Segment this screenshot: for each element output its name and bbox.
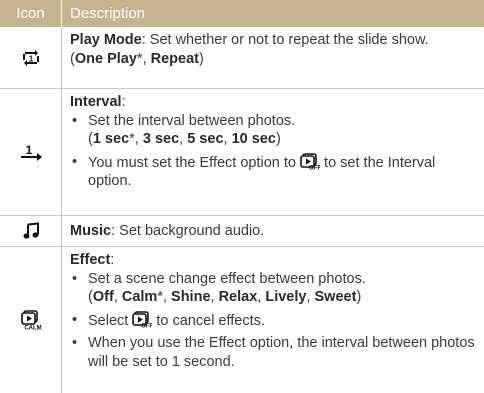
list-item: • Select OFF to cancel effects.: [70, 310, 480, 331]
icon-cell: 1: [0, 89, 61, 215]
table-row-interval: 1 Interval: • Set the interval between p…: [0, 89, 484, 215]
row-text: : Set whether or not to repeat the slide…: [141, 32, 429, 48]
bullet-text: You must set the Effect option to: [88, 154, 296, 171]
title-colon: :: [110, 252, 115, 268]
paren-close: ): [275, 131, 281, 147]
option-3-sec: 3 sec: [142, 131, 180, 147]
list-item: • Set a scene change effect between phot…: [70, 270, 480, 307]
row-title: Interval: [70, 94, 122, 110]
separator: ,: [142, 50, 151, 67]
effect-calm-icon: CALM: [20, 310, 41, 331]
option-1-sec: 1 sec: [92, 131, 130, 147]
separator: ,: [210, 289, 219, 305]
separator: ,: [113, 289, 122, 305]
row-title: Effect: [70, 252, 111, 268]
option-relax: Relax: [218, 289, 258, 305]
header-description-label: Description: [70, 5, 146, 22]
row-title: Play Mode: [70, 32, 142, 48]
option-shine: Shine: [171, 289, 211, 305]
column-divider: [61, 247, 62, 393]
option-10-sec: 10 sec: [231, 131, 276, 147]
header-icon-label: Icon: [16, 5, 45, 22]
bullet-text: Set a scene change effect between photos…: [88, 270, 366, 287]
icon-cell: [0, 216, 61, 246]
list-item: • When you use the Effect option, the in…: [70, 334, 480, 371]
column-divider: [61, 27, 62, 88]
separator: ,: [134, 131, 143, 147]
svg-text:1: 1: [25, 143, 32, 157]
option-sweet: Sweet: [314, 289, 357, 305]
option-off: Off: [92, 289, 114, 305]
separator: ,: [223, 131, 232, 147]
list-item: • Set the interval between photos. (1 se…: [70, 112, 480, 149]
svg-text:OFF: OFF: [141, 323, 152, 328]
paren-close: ): [198, 50, 204, 67]
column-divider: [61, 89, 62, 215]
effect-off-icon: OFF: [132, 310, 152, 328]
option-lively: Lively: [265, 289, 307, 305]
option-repeat: Repeat: [150, 50, 199, 67]
music-note-icon: [23, 222, 39, 239]
row-description: Music: Set background audio.: [70, 222, 480, 241]
icon-cell: CALM: [0, 247, 61, 393]
bullet: •: [72, 311, 78, 328]
separator: ,: [179, 131, 188, 147]
row-title: Music: [70, 223, 112, 239]
svg-text:CALM: CALM: [24, 326, 41, 331]
row-description: Effect: • Set a scene change effect betw…: [70, 251, 480, 371]
row-description: Interval: • Set the interval between pho…: [70, 93, 480, 191]
bullet: •: [72, 153, 78, 170]
table-row-effect: CALM Effect: • Set a scene change effect…: [0, 247, 484, 393]
option-calm: Calm: [121, 289, 158, 305]
effect-off-icon: OFF: [300, 152, 320, 170]
table-row-music: Music: Set background audio.: [0, 216, 484, 246]
paren-close: ): [356, 289, 362, 305]
bullet: •: [72, 112, 78, 129]
header-divider: [61, 0, 62, 27]
bullet-text: Select: [88, 312, 129, 329]
interval-icon: 1: [20, 143, 42, 161]
icon-cell: 1: [0, 27, 61, 88]
bullet-text: to cancel effects.: [156, 312, 265, 329]
row-text: : Set background audio.: [111, 223, 265, 239]
row-description: Play Mode: Set whether or not to repeat …: [70, 31, 480, 68]
table-header: Icon Description: [0, 0, 484, 27]
table-row-play-mode: 1 Play Mode: Set whether or not to repea…: [0, 27, 484, 88]
svg-text:OFF: OFF: [309, 165, 320, 170]
option-one-play: One Play: [74, 50, 137, 67]
svg-text:1: 1: [28, 54, 33, 63]
separator: ,: [162, 289, 172, 305]
column-divider: [61, 216, 62, 246]
option-5-sec: 5 sec: [187, 131, 224, 147]
play-mode-repeat-icon: 1: [22, 49, 39, 66]
title-colon: :: [121, 94, 126, 110]
bullet-text: Set the interval between photos.: [88, 112, 296, 129]
bullet: •: [72, 335, 78, 351]
separator: ,: [306, 289, 315, 305]
bullet-text: When you use the Effect option, the inte…: [88, 335, 475, 370]
list-item: • You must set the Effect option to OFF …: [70, 152, 480, 191]
bullet: •: [72, 270, 78, 287]
